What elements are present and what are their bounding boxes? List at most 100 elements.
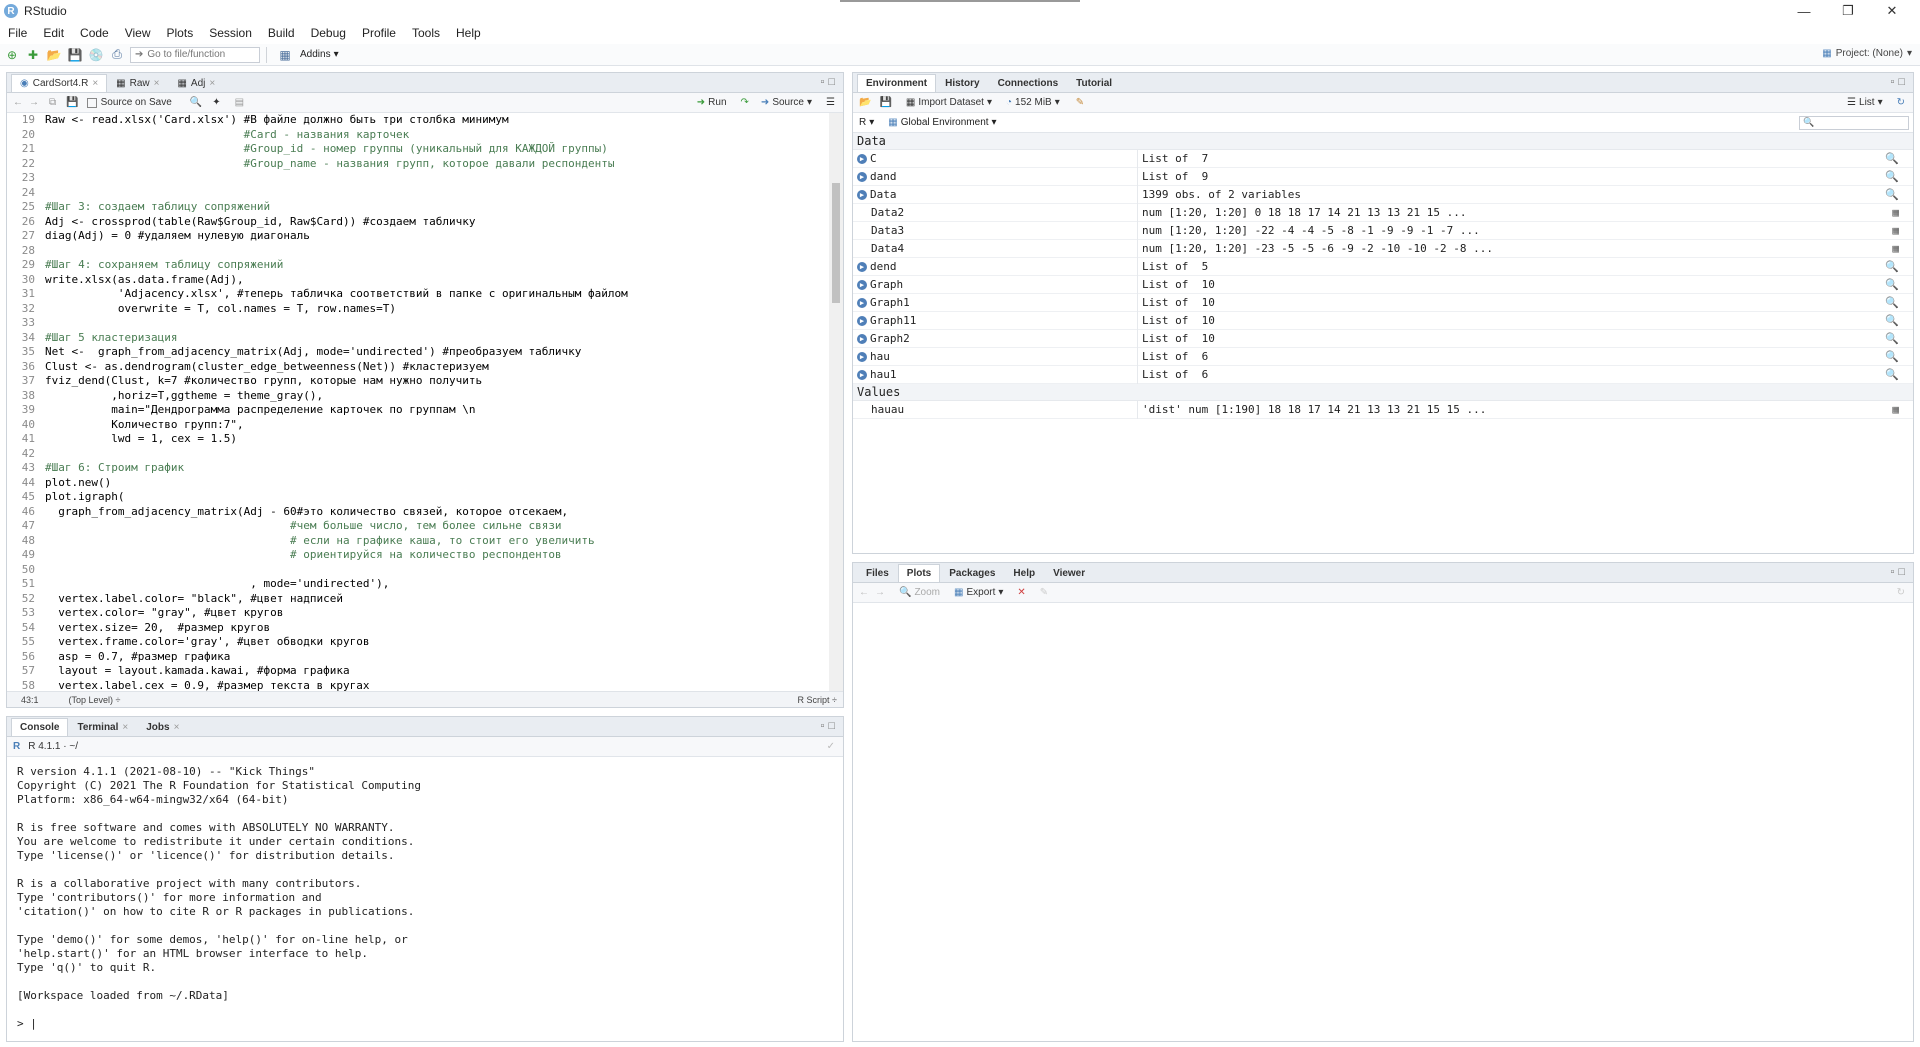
expand-icon[interactable]: ▶ [857, 189, 867, 200]
expand-icon[interactable]: ▶ [857, 279, 867, 290]
environment-selector[interactable]: ▦ Global Environment ▾ [888, 117, 996, 128]
view-table-icon[interactable]: ▦ [1892, 224, 1899, 237]
memory-usage[interactable]: ◔ 152 MiB ▾ [1006, 97, 1060, 108]
back-icon[interactable]: ← [859, 587, 869, 598]
tab-terminal[interactable]: Terminal × [68, 718, 137, 736]
env-row[interactable]: ▶ hau List of 6 🔍 [853, 347, 1913, 366]
tab-cardsort[interactable]: ◉ CardSort4.R × [11, 74, 108, 92]
language-selector[interactable]: R ▾ [859, 117, 874, 128]
file-type-selector[interactable]: R Script ÷ [798, 695, 837, 705]
env-row[interactable]: ▶ dend List of 5 🔍 [853, 257, 1913, 276]
save-icon[interactable]: 💾 [66, 47, 84, 63]
code-editor[interactable]: 19 Raw <- read.xlsx('Card.xlsx') #В файле… [7, 113, 829, 691]
tab-packages[interactable]: Packages [940, 564, 1004, 582]
list-view-menu[interactable]: ☰ List ▾ [1847, 97, 1883, 108]
remove-plot-icon[interactable]: ✕ [1017, 587, 1025, 598]
source-button[interactable]: ➜ Source ▾ [761, 97, 812, 108]
outline-icon[interactable]: ☰ [826, 97, 835, 108]
close-tab-icon[interactable]: × [209, 78, 215, 89]
view-object-icon[interactable]: 🔍 [1885, 314, 1899, 327]
menu-file[interactable]: File [0, 26, 35, 40]
plot-area[interactable] [853, 603, 1913, 1041]
close-tab-icon[interactable]: × [174, 722, 180, 733]
menu-help[interactable]: Help [448, 26, 489, 40]
env-search-input[interactable]: 🔍 [1799, 115, 1909, 130]
show-in-window-icon[interactable]: ⧉ [49, 97, 56, 108]
expand-icon[interactable]: ▶ [857, 351, 867, 362]
new-project-icon[interactable]: ✚ [24, 47, 42, 63]
view-object-icon[interactable]: 🔍 [1885, 170, 1899, 183]
project-menu[interactable]: ▦ Project: (None) ▾ [1822, 48, 1912, 59]
expand-icon[interactable]: ▶ [857, 297, 867, 308]
magic-wand-icon[interactable]: ✦ [212, 97, 220, 108]
env-row[interactable]: ▶ C List of 7 🔍 [853, 149, 1913, 168]
forward-icon[interactable]: → [875, 587, 885, 598]
menu-profile[interactable]: Profile [354, 26, 404, 40]
expand-icon[interactable]: ▶ [857, 315, 867, 326]
env-row[interactable]: ▶ Graph List of 10 🔍 [853, 275, 1913, 294]
search-icon[interactable]: 🔍 [190, 97, 202, 108]
close-tab-icon[interactable]: × [122, 722, 128, 733]
compile-report-icon[interactable]: ▤ [235, 97, 244, 108]
menu-session[interactable]: Session [201, 26, 260, 40]
clear-console-icon[interactable]: ✓ [827, 741, 835, 752]
close-tab-icon[interactable]: × [92, 78, 98, 89]
save-workspace-icon[interactable]: 💾 [879, 97, 891, 108]
tab-environment[interactable]: Environment [857, 74, 937, 92]
menu-debug[interactable]: Debug [303, 26, 354, 40]
expand-icon[interactable]: ▶ [857, 261, 867, 272]
tab-jobs[interactable]: Jobs × [137, 718, 188, 736]
view-object-icon[interactable]: 🔍 [1885, 260, 1899, 273]
menu-edit[interactable]: Edit [35, 26, 72, 40]
broom-icon[interactable]: ✎ [1040, 587, 1048, 598]
expand-icon[interactable]: ▶ [857, 171, 867, 182]
menu-plots[interactable]: Plots [159, 26, 202, 40]
close-icon[interactable]: ✕ [1870, 0, 1914, 22]
env-row[interactable]: ▶ dand List of 9 🔍 [853, 167, 1913, 186]
maximize-pane-icon[interactable]: □ [1898, 566, 1905, 578]
view-table-icon[interactable]: ▦ [1892, 206, 1899, 219]
maximize-pane-icon[interactable]: □ [828, 720, 835, 732]
addins-menu[interactable]: Addins [300, 49, 331, 60]
import-dataset-menu[interactable]: ▦ Import Dataset ▾ [906, 97, 992, 108]
maximize-pane-icon[interactable]: □ [1898, 76, 1905, 88]
scope-selector[interactable]: (Top Level) ÷ [69, 695, 121, 705]
forward-icon[interactable]: → [29, 97, 39, 108]
tab-console[interactable]: Console [11, 718, 69, 736]
open-file-icon[interactable]: 📂 [45, 47, 63, 63]
go-to-file-input[interactable]: ➔ Go to file/function [130, 46, 260, 63]
env-row[interactable]: Data2 num [1:20, 1:20] 0 18 18 17 14 21 1… [853, 203, 1913, 222]
rerun-icon[interactable]: ↷ [741, 97, 749, 108]
tab-raw[interactable]: ▦ Raw × [107, 74, 168, 92]
source-on-save-checkbox[interactable] [86, 97, 97, 108]
new-file-icon[interactable]: ⊕ [3, 47, 21, 63]
minimize-pane-icon[interactable]: ▫ [820, 720, 824, 732]
editor-scrollbar[interactable] [829, 113, 843, 691]
save-all-icon[interactable]: 💿 [87, 47, 105, 63]
menu-tools[interactable]: Tools [404, 26, 448, 40]
close-tab-icon[interactable]: × [154, 78, 160, 89]
tab-adj[interactable]: ▦ Adj × [168, 74, 224, 92]
env-row[interactable]: Data4 num [1:20, 1:20] -23 -5 -5 -6 -9 -2… [853, 239, 1913, 258]
tab-viewer[interactable]: Viewer [1044, 564, 1094, 582]
expand-icon[interactable]: ▶ [857, 333, 867, 344]
menu-build[interactable]: Build [260, 26, 303, 40]
print-icon[interactable]: ⎙ [108, 47, 126, 63]
env-row[interactable]: ▶ Graph11 List of 10 🔍 [853, 311, 1913, 330]
view-object-icon[interactable]: 🔍 [1885, 368, 1899, 381]
env-row[interactable]: ▶ Graph1 List of 10 🔍 [853, 293, 1913, 312]
view-object-icon[interactable]: 🔍 [1885, 332, 1899, 345]
console-output[interactable]: R version 4.1.1 (2021-08-10) -- "Kick Th… [7, 757, 843, 1041]
run-button[interactable]: ➜ Run [697, 97, 727, 108]
broom-icon[interactable]: ✎ [1076, 97, 1084, 108]
expand-icon[interactable]: ▶ [857, 153, 867, 164]
view-table-icon[interactable]: ▦ [1892, 242, 1899, 255]
env-row[interactable]: Data3 num [1:20, 1:20] -22 -4 -4 -5 -8 -1… [853, 221, 1913, 240]
env-row[interactable]: hauau 'dist' num [1:190] 18 18 17 14 21 1… [853, 400, 1913, 419]
minimize-icon[interactable]: — [1782, 0, 1826, 22]
tab-tutorial[interactable]: Tutorial [1067, 74, 1121, 92]
restore-icon[interactable]: ❐ [1826, 0, 1870, 22]
tab-plots[interactable]: Plots [897, 564, 941, 582]
maximize-pane-icon[interactable]: □ [828, 76, 835, 88]
refresh-icon[interactable]: ↻ [1897, 587, 1905, 598]
